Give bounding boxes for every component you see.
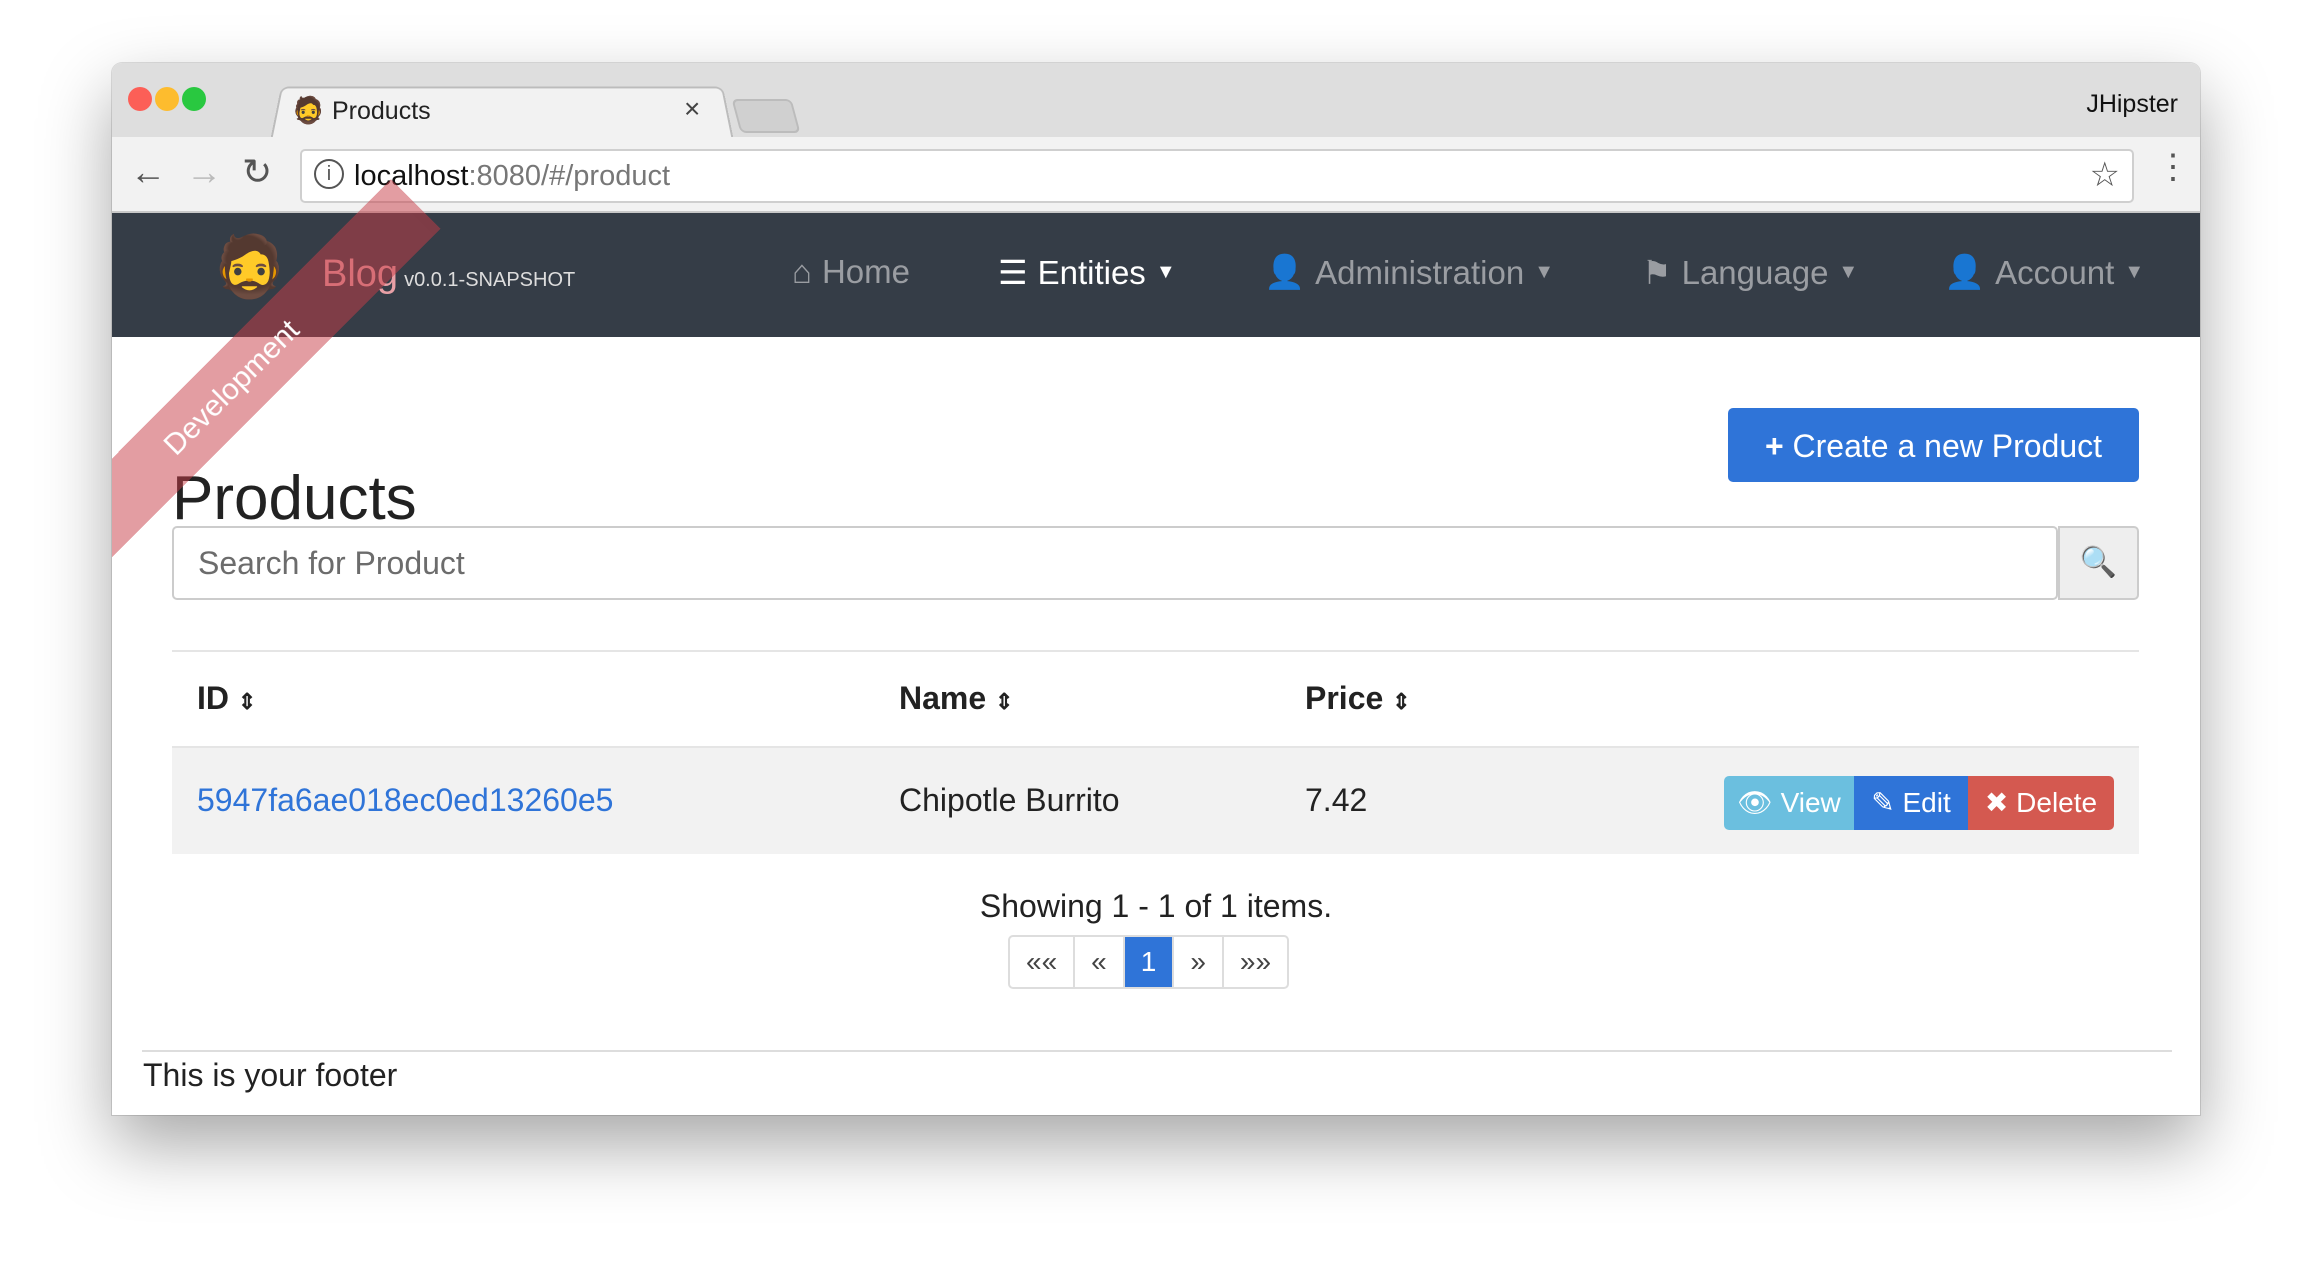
nav-home[interactable]: ⌂ Home <box>792 253 910 291</box>
product-name: Chipotle Burrito <box>899 782 1120 818</box>
browser-window: 🧔 Products × JHipster ← → ↻ i localhost:… <box>112 63 2200 1115</box>
bookmark-star-icon[interactable]: ☆ <box>2090 155 2120 195</box>
page-current[interactable]: 1 <box>1124 937 1175 987</box>
forward-icon[interactable]: → <box>186 151 222 193</box>
new-tab-button[interactable] <box>731 99 801 133</box>
edit-button[interactable]: ✎ Edit <box>1854 776 1968 830</box>
tab-close-icon[interactable]: × <box>684 93 700 125</box>
info-icon[interactable]: i <box>314 159 344 189</box>
nav-account[interactable]: 👤 Account ▼ <box>1944 253 2144 292</box>
search-icon: 🔍 <box>2079 546 2118 579</box>
profile-name[interactable]: JHipster <box>2086 90 2178 119</box>
caret-down-icon: ▼ <box>2124 261 2145 283</box>
footer-divider <box>142 1050 2172 1052</box>
sort-icon: ⇕ <box>237 689 257 714</box>
page-title: Products <box>172 464 417 533</box>
plus-icon: + <box>1764 428 1793 464</box>
nav-language[interactable]: ⚑ Language ▼ <box>1642 253 1858 292</box>
home-icon: ⌂ <box>792 253 812 290</box>
logo-icon[interactable]: 🧔 <box>212 231 287 302</box>
tab-title: Products <box>332 97 431 125</box>
header-name[interactable]: Name ⇕ <box>899 680 1013 717</box>
pagination-summary: Showing 1 - 1 of 1 items. <box>979 888 1333 924</box>
tab-strip: 🧔 Products × JHipster <box>112 63 2200 141</box>
address-bar[interactable]: i localhost:8080/#/product ☆ <box>300 149 2134 203</box>
times-icon: ✖ <box>1984 787 2009 818</box>
caret-down-icon: ▼ <box>1155 261 1176 283</box>
sort-icon: ⇕ <box>1392 689 1411 714</box>
caret-down-icon: ▼ <box>1838 261 1859 283</box>
product-id-link[interactable]: 5947fa6ae018ec0ed13260e5 <box>197 782 613 818</box>
version: v0.0.1-SNAPSHOT <box>404 269 576 291</box>
search-input[interactable] <box>172 526 2058 600</box>
back-icon[interactable]: ← <box>130 151 166 193</box>
menu-dots-icon[interactable]: ⋮ <box>2156 147 2190 187</box>
pagination: «« « 1 » »» <box>1008 935 1290 989</box>
footer-text: This is your footer <box>143 1057 398 1093</box>
search-button[interactable]: 🔍 <box>2058 526 2139 600</box>
reload-icon[interactable]: ↻ <box>242 151 272 193</box>
table-row: 5947fa6ae018ec0ed13260e5 Chipotle Burrit… <box>172 748 2139 854</box>
pencil-icon: ✎ <box>1871 787 1895 818</box>
page-last[interactable]: »» <box>1224 937 1287 987</box>
eye-icon: 👁 <box>1737 787 1773 818</box>
product-price: 7.42 <box>1305 782 1368 818</box>
view-button[interactable]: 👁 View <box>1724 776 1854 830</box>
favicon-icon: 🧔 <box>292 95 325 125</box>
flag-icon: ⚑ <box>1642 254 1672 291</box>
delete-button[interactable]: ✖ Delete <box>1968 776 2114 830</box>
url-text[interactable]: localhost:8080/#/product <box>354 160 670 193</box>
maximize-window-button[interactable] <box>182 87 206 111</box>
list-icon: ☰ <box>998 254 1028 291</box>
create-product-button[interactable]: + Create a new Product <box>1728 408 2139 482</box>
close-window-button[interactable] <box>128 87 152 111</box>
sort-icon: ⇕ <box>995 689 1014 714</box>
minimize-window-button[interactable] <box>155 87 179 111</box>
caret-down-icon: ▼ <box>1534 261 1554 283</box>
nav-entities[interactable]: ☰ Entities ▼ <box>998 253 1176 292</box>
header-id[interactable]: ID ⇕ <box>197 680 256 717</box>
page-next[interactable]: » <box>1174 937 1224 987</box>
nav-administration[interactable]: 👤 Administration ▼ <box>1264 253 1554 292</box>
user-icon: 👤 <box>1944 253 1986 290</box>
page-first[interactable]: «« <box>1010 937 1076 987</box>
browser-toolbar: ← → ↻ i localhost:8080/#/product ☆ ⋮ <box>112 137 2200 213</box>
page-prev[interactable]: « <box>1075 937 1125 987</box>
user-plus-icon: 👤 <box>1264 253 1306 290</box>
header-price[interactable]: Price ⇕ <box>1305 680 1411 717</box>
divider <box>172 650 2139 652</box>
